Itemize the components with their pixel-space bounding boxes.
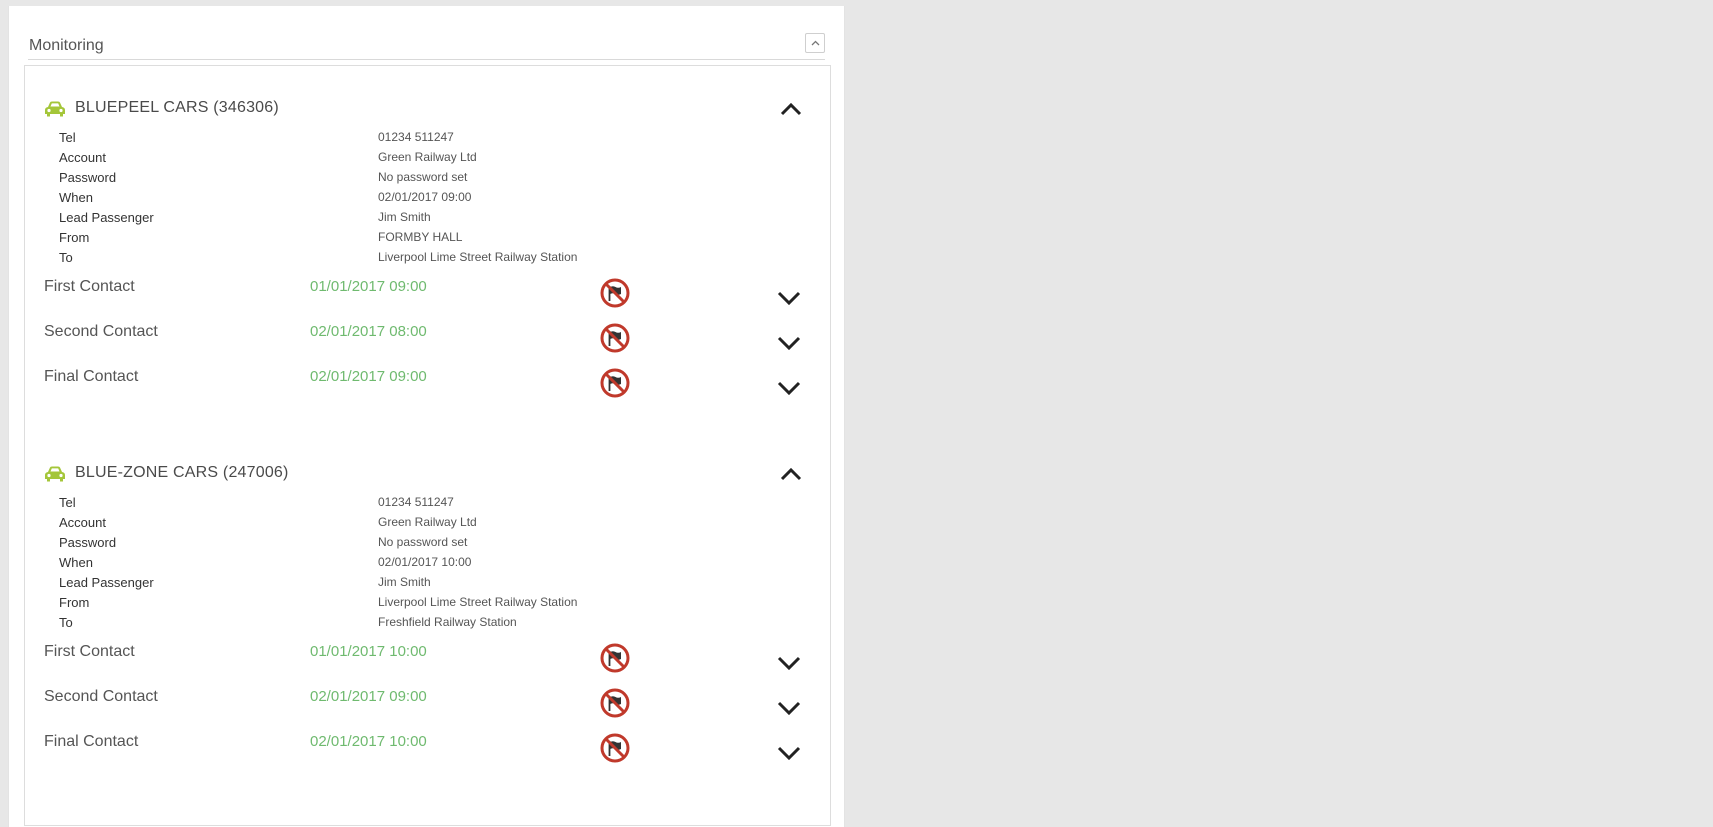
contact-row-second: Second Contact 02/01/2017 08:00 — [44, 321, 814, 366]
booking-card: BLUE-ZONE CARS (247006) Tel 01234 511247… — [44, 461, 814, 776]
detail-label: From — [59, 230, 90, 245]
contact-time: 01/01/2017 10:00 — [310, 643, 427, 660]
contact-row-final: Final Contact 02/01/2017 10:00 — [44, 731, 814, 776]
detail-row-password: Password No password set — [44, 168, 814, 188]
booking-header: BLUEPEEL CARS (346306) — [44, 96, 814, 124]
detail-value: Liverpool Lime Street Railway Station — [378, 250, 578, 264]
panel-header: Monitoring — [28, 27, 825, 60]
detail-value: Jim Smith — [378, 575, 431, 589]
detail-row-from: From Liverpool Lime Street Railway Stati… — [44, 593, 814, 613]
expand-contact-chevron-down-icon[interactable] — [777, 291, 801, 305]
detail-label: When — [59, 190, 93, 205]
detail-row-when: When 02/01/2017 09:00 — [44, 188, 814, 208]
detail-value: No password set — [378, 170, 468, 184]
detail-value: FORMBY HALL — [378, 230, 463, 244]
detail-value: Green Railway Ltd — [378, 515, 477, 529]
contacts-list: First Contact 01/01/2017 10:00 Second Co… — [44, 641, 814, 776]
booking-title: BLUE-ZONE CARS (247006) — [75, 464, 289, 481]
detail-row-when: When 02/01/2017 10:00 — [44, 553, 814, 573]
detail-row-tel: Tel 01234 511247 — [44, 128, 814, 148]
detail-value: Liverpool Lime Street Railway Station — [378, 595, 578, 609]
detail-row-account: Account Green Railway Ltd — [44, 513, 814, 533]
contact-row-first: First Contact 01/01/2017 09:00 — [44, 276, 814, 321]
no-flag-icon[interactable] — [600, 688, 630, 718]
panel-collapse-button[interactable] — [805, 33, 825, 53]
contact-row-first: First Contact 01/01/2017 10:00 — [44, 641, 814, 686]
detail-label: To — [59, 615, 73, 630]
detail-label: Tel — [59, 130, 76, 145]
detail-row-tel: Tel 01234 511247 — [44, 493, 814, 513]
detail-row-from: From FORMBY HALL — [44, 228, 814, 248]
contact-label: Second Contact — [44, 688, 158, 705]
detail-row-to: To Liverpool Lime Street Railway Station — [44, 248, 814, 268]
detail-label: When — [59, 555, 93, 570]
detail-value: Jim Smith — [378, 210, 431, 224]
detail-label: From — [59, 595, 90, 610]
detail-row-password: Password No password set — [44, 533, 814, 553]
expand-contact-chevron-down-icon[interactable] — [777, 746, 801, 760]
detail-label: Lead Passenger — [59, 575, 154, 590]
expand-contact-chevron-down-icon[interactable] — [777, 701, 801, 715]
booking-details: Tel 01234 511247 Account Green Railway L… — [44, 493, 814, 633]
contact-label: First Contact — [44, 643, 135, 660]
detail-label: Lead Passenger — [59, 210, 154, 225]
booking-header: BLUE-ZONE CARS (247006) — [44, 461, 814, 489]
booking-card: BLUEPEEL CARS (346306) Tel 01234 511247 … — [44, 96, 814, 411]
expand-contact-chevron-down-icon[interactable] — [777, 336, 801, 350]
no-flag-icon[interactable] — [600, 368, 630, 398]
bookings-container: BLUEPEEL CARS (346306) Tel 01234 511247 … — [24, 65, 831, 826]
contact-time: 02/01/2017 09:00 — [310, 368, 427, 385]
contact-label: First Contact — [44, 278, 135, 295]
no-flag-icon[interactable] — [600, 323, 630, 353]
no-flag-icon[interactable] — [600, 643, 630, 673]
contact-time: 01/01/2017 09:00 — [310, 278, 427, 295]
booking-title: BLUEPEEL CARS (346306) — [75, 99, 279, 116]
detail-value: 01234 511247 — [378, 495, 454, 509]
detail-label: Tel — [59, 495, 76, 510]
no-flag-icon[interactable] — [600, 278, 630, 308]
contact-label: Second Contact — [44, 323, 158, 340]
collapse-booking-chevron-up-icon[interactable] — [780, 102, 802, 116]
contact-time: 02/01/2017 10:00 — [310, 733, 427, 750]
detail-value: Freshfield Railway Station — [378, 615, 517, 629]
no-flag-icon[interactable] — [600, 733, 630, 763]
panel-title: Monitoring — [29, 37, 104, 54]
contact-row-final: Final Contact 02/01/2017 09:00 — [44, 366, 814, 411]
detail-row-lead-passenger: Lead Passenger Jim Smith — [44, 573, 814, 593]
contact-row-second: Second Contact 02/01/2017 09:00 — [44, 686, 814, 731]
detail-value: 02/01/2017 09:00 — [378, 190, 472, 204]
detail-value: 02/01/2017 10:00 — [378, 555, 472, 569]
contact-label: Final Contact — [44, 368, 139, 385]
expand-contact-chevron-down-icon[interactable] — [777, 656, 801, 670]
contacts-list: First Contact 01/01/2017 09:00 Second Co… — [44, 276, 814, 411]
detail-value: 01234 511247 — [378, 130, 454, 144]
car-icon — [45, 101, 65, 117]
contact-time: 02/01/2017 09:00 — [310, 688, 427, 705]
chevron-up-icon — [811, 40, 820, 46]
car-icon — [45, 466, 65, 482]
detail-row-account: Account Green Railway Ltd — [44, 148, 814, 168]
monitoring-panel: Monitoring BLUEPEEL CARS (346306) Tel 01… — [8, 6, 845, 827]
expand-contact-chevron-down-icon[interactable] — [777, 381, 801, 395]
detail-label: To — [59, 250, 73, 265]
detail-row-lead-passenger: Lead Passenger Jim Smith — [44, 208, 814, 228]
contact-label: Final Contact — [44, 733, 139, 750]
detail-label: Password — [59, 535, 117, 550]
detail-label: Account — [59, 515, 106, 530]
contact-time: 02/01/2017 08:00 — [310, 323, 427, 340]
detail-label: Account — [59, 150, 106, 165]
detail-label: Password — [59, 170, 117, 185]
detail-value: Green Railway Ltd — [378, 150, 477, 164]
detail-row-to: To Freshfield Railway Station — [44, 613, 814, 633]
booking-details: Tel 01234 511247 Account Green Railway L… — [44, 128, 814, 268]
collapse-booking-chevron-up-icon[interactable] — [780, 467, 802, 481]
detail-value: No password set — [378, 535, 468, 549]
